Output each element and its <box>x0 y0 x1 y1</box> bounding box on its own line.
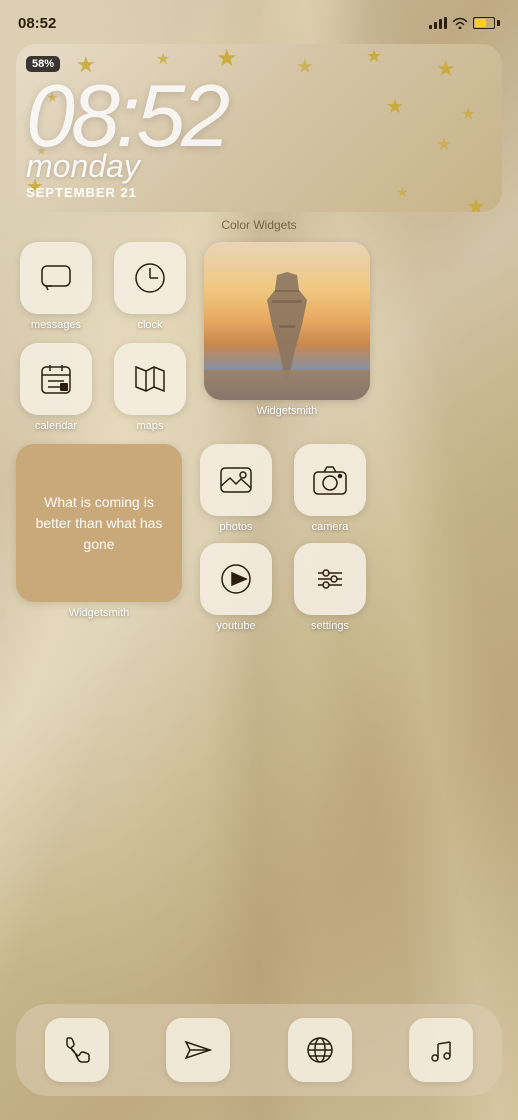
music-icon[interactable] <box>409 1018 473 1082</box>
widgetsmith-paris-widget[interactable] <box>204 242 370 400</box>
small-apps-top-row: photos camera <box>196 444 370 533</box>
calendar-label: calendar <box>35 420 77 432</box>
mail-send-icon[interactable] <box>166 1018 230 1082</box>
widgetsmith-quote-widget[interactable]: What is coming is better than what has g… <box>16 444 182 602</box>
app-youtube[interactable]: youtube <box>196 543 276 632</box>
signal-icon <box>429 17 447 29</box>
widget-day-display: monday <box>26 148 492 185</box>
maps-icon[interactable] <box>114 343 186 415</box>
battery-icon: ⚡ <box>473 17 500 29</box>
paris-photo <box>204 242 370 400</box>
widgetsmith-quote-label: Widgetsmith <box>69 607 130 619</box>
app-clock[interactable]: clock <box>110 242 190 331</box>
status-bar: 08:52 ⚡ <box>0 0 518 36</box>
messages-icon[interactable] <box>20 242 92 314</box>
app-calendar[interactable]: calendar <box>16 343 96 432</box>
phone-icon[interactable] <box>45 1018 109 1082</box>
calendar-icon[interactable] <box>20 343 92 415</box>
status-icons: ⚡ <box>429 17 500 29</box>
dock <box>16 1004 502 1096</box>
widget-date-display: SEPTEMBER 21 <box>26 185 492 200</box>
app-messages[interactable]: messages <box>16 242 96 331</box>
maps-label: maps <box>137 420 164 432</box>
app-maps[interactable]: maps <box>110 343 190 432</box>
app-row-top: messages calendar <box>16 242 502 432</box>
widget-time-block: 58% 08:52 monday SEPTEMBER 21 <box>26 54 492 200</box>
dock-music[interactable] <box>409 1018 473 1082</box>
wifi-icon <box>452 17 468 29</box>
settings-label: settings <box>311 620 349 632</box>
color-widgets-label: Color Widgets <box>0 218 518 232</box>
app-settings[interactable]: settings <box>290 543 370 632</box>
app-grid: messages calendar <box>0 242 518 632</box>
photos-label: photos <box>219 521 252 533</box>
messages-label: messages <box>31 319 81 331</box>
status-time: 08:52 <box>18 15 56 32</box>
app-camera[interactable]: camera <box>290 444 370 533</box>
clock-widget[interactable]: ★ ★ ★ ★ ★ ★ ★ ★ ★ ★ ★ ★ ★ ★ 58% 08:52 mo… <box>16 44 502 212</box>
dock-mail[interactable] <box>166 1018 230 1082</box>
app-photos[interactable]: photos <box>196 444 276 533</box>
settings-icon[interactable] <box>294 543 366 615</box>
small-apps-grid: photos camera <box>196 444 370 632</box>
small-apps-bottom-row: youtube <box>196 543 370 632</box>
eiffel-tower-icon <box>257 270 317 380</box>
camera-icon[interactable] <box>294 444 366 516</box>
globe-icon[interactable] <box>288 1018 352 1082</box>
clock-icon[interactable] <box>114 242 186 314</box>
widget-clock-display: 08:52 <box>26 72 492 160</box>
youtube-label: youtube <box>216 620 255 632</box>
youtube-icon[interactable] <box>200 543 272 615</box>
dock-safari[interactable] <box>288 1018 352 1082</box>
quote-text: What is coming is better than what has g… <box>30 492 168 555</box>
clock-label: clock <box>137 319 162 331</box>
widgetsmith-paris-label: Widgetsmith <box>257 405 318 417</box>
dock-phone[interactable] <box>45 1018 109 1082</box>
camera-label: camera <box>312 521 349 533</box>
photos-icon[interactable] <box>200 444 272 516</box>
app-row-bottom: What is coming is better than what has g… <box>16 444 502 632</box>
